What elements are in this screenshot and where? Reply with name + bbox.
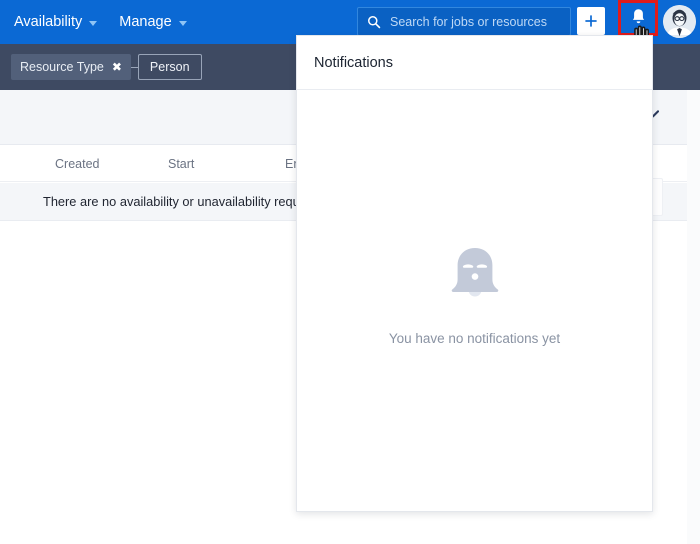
notifications-empty-message: You have no notifications yet xyxy=(389,331,560,346)
nav-menu-manage-label: Manage xyxy=(119,14,171,30)
notifications-empty-state: You have no notifications yet xyxy=(297,238,652,346)
page-scrollbar[interactable] xyxy=(687,90,700,544)
table-column-created: Created xyxy=(55,157,99,171)
chevron-down-icon xyxy=(179,21,187,26)
filter-chip-connector xyxy=(131,67,138,68)
sleeping-bell-icon xyxy=(439,238,511,310)
notifications-button[interactable] xyxy=(620,0,656,34)
avatar-icon xyxy=(663,5,696,38)
nav-menu-manage[interactable]: Manage xyxy=(119,14,186,30)
search-input[interactable]: Search for jobs or resources xyxy=(357,7,571,36)
nav-menu-availability[interactable]: Availability xyxy=(14,14,97,30)
notifications-panel-header: Notifications xyxy=(297,36,652,90)
notifications-panel: Notifications You xyxy=(296,35,653,512)
chevron-down-icon xyxy=(89,21,97,26)
notifications-panel-body: You have no notifications yet xyxy=(297,90,652,511)
filter-chip-value[interactable]: Person xyxy=(138,54,202,80)
plus-icon xyxy=(583,13,599,29)
filter-chip-facet[interactable]: Resource Type ✖ xyxy=(11,54,131,80)
filter-chip-resource-type: Resource Type ✖ Person xyxy=(11,54,202,80)
table-column-start: Start xyxy=(168,157,194,171)
search-icon xyxy=(367,15,381,29)
filter-chip-value-label: Person xyxy=(150,60,190,74)
nav-menu-availability-label: Availability xyxy=(14,14,82,30)
bell-icon xyxy=(630,8,647,27)
filter-chip-facet-label: Resource Type xyxy=(20,60,104,74)
notifications-panel-title: Notifications xyxy=(314,55,393,71)
app-root: Availability Manage Search for jobs or r… xyxy=(0,0,700,544)
nav-menu-group: Availability Manage xyxy=(0,14,187,30)
table-empty-message: There are no availability or unavailabil… xyxy=(43,194,327,209)
add-button[interactable] xyxy=(577,7,605,35)
avatar[interactable] xyxy=(663,5,696,38)
search-placeholder: Search for jobs or resources xyxy=(390,15,547,29)
close-icon[interactable]: ✖ xyxy=(112,61,122,73)
